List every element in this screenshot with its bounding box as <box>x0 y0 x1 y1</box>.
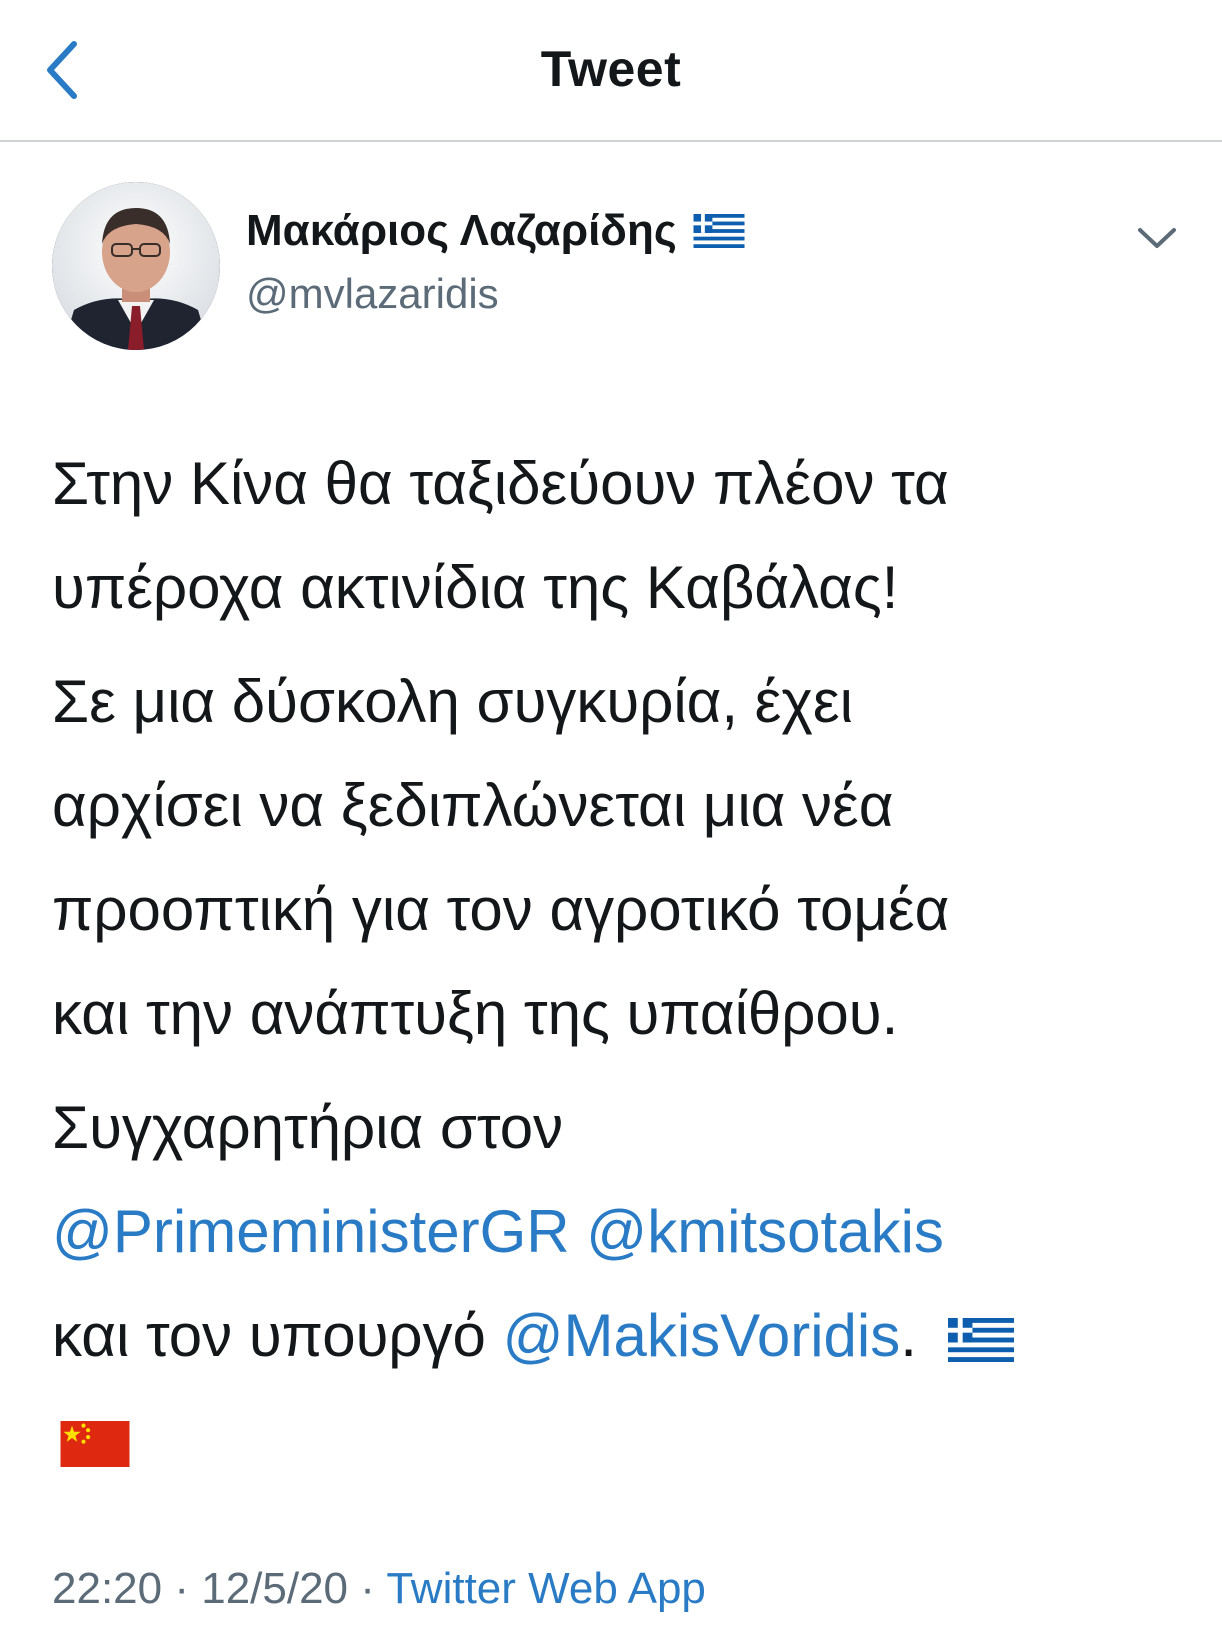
tweet-time: 22:20 <box>52 1564 163 1613</box>
avatar[interactable] <box>52 182 220 350</box>
tweet-line: Συγχαρητήρια στον <box>52 1094 564 1161</box>
meta-separator: · <box>348 1564 387 1613</box>
tweet-line: Στην Κίνα θα ταξιδεύουν πλέον τα <box>52 450 949 517</box>
mention-link-makisvoridis[interactable]: @MakisVoridis <box>503 1302 901 1369</box>
author-name[interactable]: Μακάριος Λαζαρίδης <box>246 206 745 256</box>
tweet-line: και τον υπουργό @MakisVoridis. <box>52 1284 1182 1388</box>
tweet-paragraph: Στην Κίνα θα ταξιδεύουν πλέον τα υπέροχα… <box>52 432 1182 640</box>
tweet-paragraph: Σε μια δύσκολη συγκυρία, έχει αρχίσει να… <box>52 650 1182 1066</box>
tweet-line: και την ανάπτυξη της υπαίθρου. <box>52 980 899 1047</box>
tweet-line: υπέροχα ακτινίδια της Καβάλας! <box>52 554 899 621</box>
tweet-meta: 22:20 · 12/5/20 · Twitter Web App <box>52 1564 706 1614</box>
chinese-flag-icon <box>60 1421 130 1468</box>
tweet-line: αρχίσει να ξεδιπλώνεται μια νέα <box>52 772 894 839</box>
tweet-text-fragment: και τον υπουργό <box>52 1302 503 1369</box>
tweet-line: Σε μια δύσκολη συγκυρία, έχει <box>52 668 854 735</box>
mention-link-kmitsotakis[interactable]: @kmitsotakis <box>586 1198 944 1265</box>
greek-flag-icon <box>693 214 745 248</box>
mention-link-primeministergr[interactable]: @PrimeministerGR <box>52 1198 570 1265</box>
top-nav-bar: Tweet <box>0 0 1222 142</box>
tweet-line: @PrimeministerGR @kmitsotakis <box>52 1180 1182 1284</box>
tweet-line: προοπτική για τον αγροτικό τομέα <box>52 876 950 943</box>
page-title: Tweet <box>540 41 682 97</box>
tweet-text-fragment: . <box>900 1302 917 1369</box>
greek-flag-icon <box>947 1318 1014 1363</box>
meta-separator: · <box>162 1564 202 1613</box>
tweet-line <box>52 1388 1182 1492</box>
tweet-menu-button[interactable] <box>1134 218 1180 258</box>
tweet-date: 12/5/20 <box>201 1564 349 1613</box>
tweet-text: Στην Κίνα θα ταξιδεύουν πλέον τα υπέροχα… <box>52 432 1182 1502</box>
author-handle[interactable]: @mvlazaridis <box>246 270 499 318</box>
author-name-text: Μακάριος Λαζαρίδης <box>246 206 677 255</box>
tweet-source-link[interactable]: Twitter Web App <box>386 1564 706 1613</box>
chevron-down-icon <box>1138 228 1176 248</box>
tweet-paragraph: Συγχαρητήρια στον @PrimeministerGR @kmit… <box>52 1076 1182 1492</box>
